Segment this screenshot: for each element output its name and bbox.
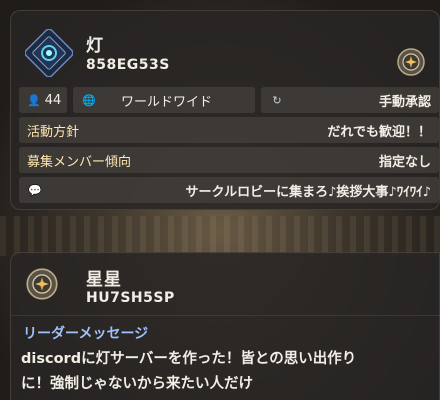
tendency-row: 募集メンバー傾向 指定なし [19,147,439,173]
leader-message-line: に！強制じゃないから来たい人だけ [21,376,253,392]
gear-emblem-icon [397,48,425,76]
tendency-value: 指定なし [378,154,431,170]
policy-value: だれでも歓迎！！ [327,124,431,140]
policy-label: 活動方針 [27,124,80,140]
tendency-label: 募集メンバー傾向 [27,154,132,170]
member-count-cell: 👤 44 [19,87,67,113]
approval-value: 手動承認 [378,94,431,110]
circle-name: 星星 [86,270,122,290]
circle-code: HU7SH5SP [86,290,175,306]
circle-code: 858EG53S [86,57,170,73]
member-icon: 👤 [27,93,41,107]
leader-message: discordに灯サーバーを作った！皆との思い出作り に！強制じゃないから来たい… [21,347,439,397]
comment-value: サークルロビーに集まろ♪挨拶大事♪ﾜｲﾜｲ♪ [185,184,432,200]
policy-row: 活動方針 だれでも歓迎！！ [19,117,439,143]
member-count: 44 [44,92,62,108]
background-decoration [0,216,440,256]
approval-cell: ↻ 手動承認 [261,87,439,113]
region-cell: 🌐 ワールドワイド [73,87,255,113]
gear-emblem-icon [26,268,58,300]
leader-message-title: リーダーメッセージ [23,326,149,342]
chat-icon: 💬 [28,183,42,197]
comment-row: 💬 サークルロビーに集まろ♪挨拶大事♪ﾜｲﾜｲ♪ [19,177,439,203]
divider [11,315,440,316]
approval-icon: ↻ [272,93,282,107]
circle-emblem-icon [25,29,73,77]
circle-card-1[interactable]: 灯 858EG53S 👤 44 🌐 ワールドワイド ↻ 手動承認 活動方針 だれ… [10,10,440,210]
region-value: ワールドワイド [121,94,213,110]
circle-card-2[interactable]: 星星 HU7SH5SP リーダーメッセージ discordに灯サーバーを作った！… [10,252,440,400]
circle-name: 灯 [86,36,104,56]
leader-message-line: discordに灯サーバーを作った！皆との思い出作り [21,351,357,367]
globe-icon: 🌐 [82,93,96,107]
